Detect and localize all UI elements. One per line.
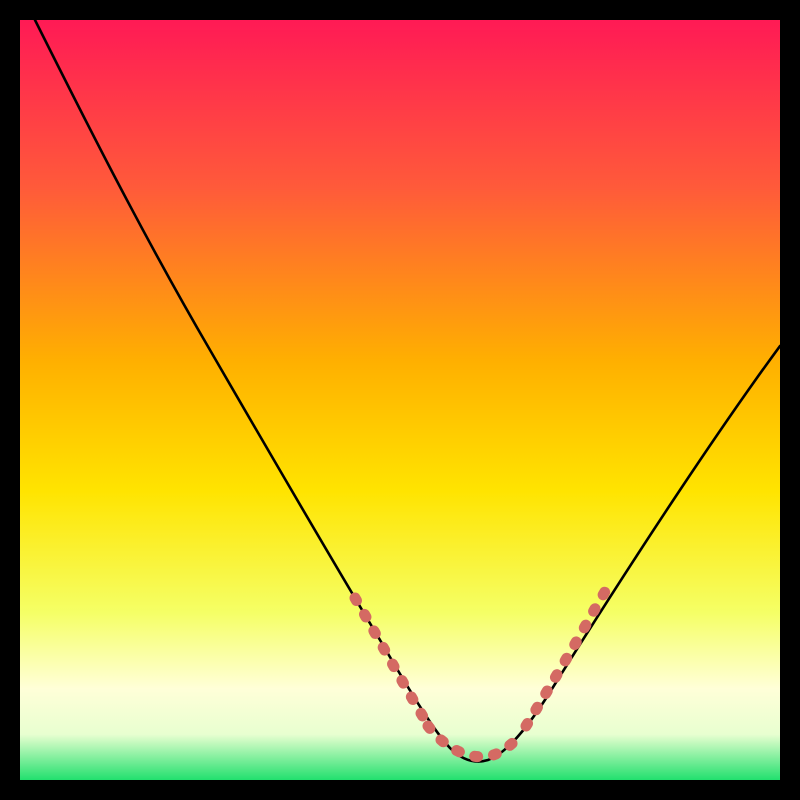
gradient-background: [20, 20, 780, 780]
chart-frame: TheBottleneck.com: [20, 20, 780, 780]
chart-svg: [20, 20, 780, 780]
